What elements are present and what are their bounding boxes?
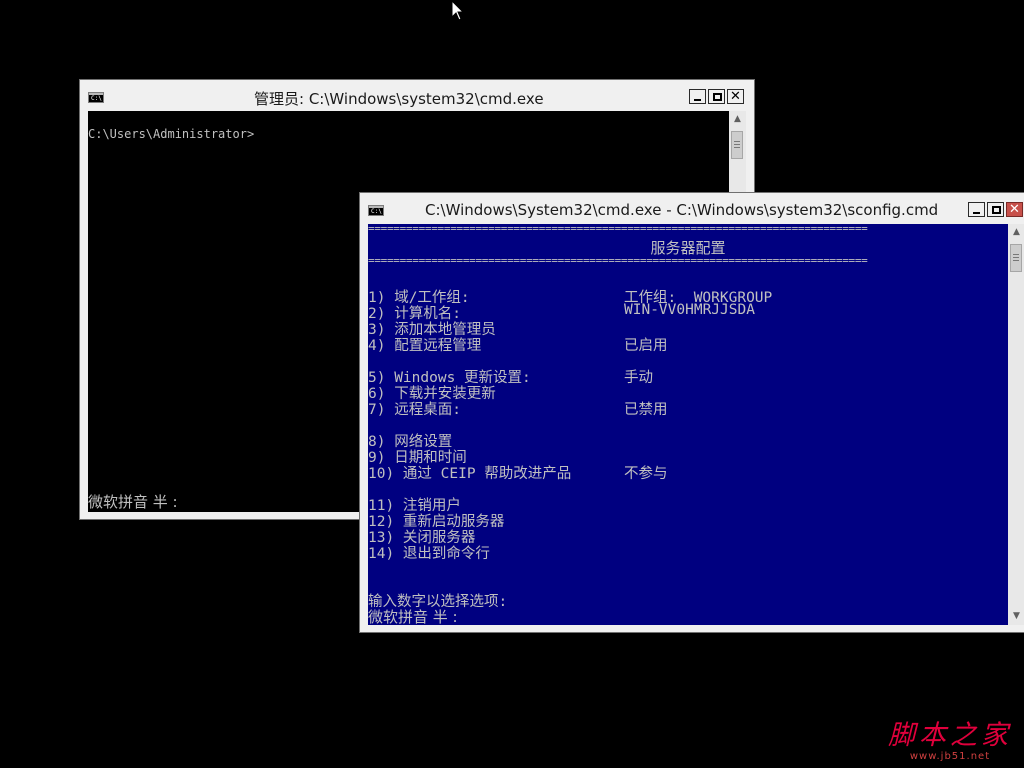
scroll-down-arrow-icon[interactable]: ▼: [1008, 608, 1024, 625]
ime-status: 微软拼音 半 :: [368, 608, 458, 625]
minimize-button[interactable]: [689, 89, 706, 104]
sconfig-window[interactable]: C:\ C:\Windows\System32\cmd.exe - C:\Win…: [359, 192, 1024, 633]
command-prompt: C:\Users\Administrator>: [88, 127, 255, 141]
sconfig-window-title: C:\Windows\System32\cmd.exe - C:\Windows…: [425, 201, 939, 219]
scroll-thumb[interactable]: [731, 131, 743, 159]
maximize-button[interactable]: [708, 89, 725, 104]
menu-item-label: 14) 退出到命令行: [368, 546, 490, 562]
menu-item-value: WIN-VV0HMRJJSDA: [624, 302, 755, 318]
site-watermark: 脚本之家 www.jb51.net: [888, 720, 1012, 763]
menu-item-value: 已启用: [624, 338, 668, 354]
menu-item-label: 4) 配置远程管理: [368, 338, 482, 354]
cmd-titlebar[interactable]: C:\ 管理员: C:\Windows\system32\cmd.exe ✕: [80, 80, 754, 111]
watermark-url: www.jb51.net: [909, 751, 991, 762]
cmd-window-title: 管理员: C:\Windows\system32\cmd.exe: [254, 90, 544, 108]
scroll-thumb[interactable]: [1010, 244, 1022, 272]
sconfig-titlebar[interactable]: C:\ C:\Windows\System32\cmd.exe - C:\Win…: [360, 193, 1024, 224]
separator-line: ========================================…: [368, 254, 868, 267]
console-icon-glyph: C:\: [91, 95, 102, 102]
sconfig-console-output[interactable]: ========================================…: [368, 224, 1008, 625]
menu-item-value: 不参与: [624, 466, 668, 482]
menu-item-value: 手动: [624, 370, 653, 386]
menu-item-label: 7) 远程桌面:: [368, 402, 461, 418]
console-icon-glyph: C:\: [371, 208, 382, 215]
close-button[interactable]: ✕: [727, 89, 744, 104]
scroll-up-arrow-icon[interactable]: ▲: [729, 111, 746, 128]
ime-status: 微软拼音 半 :: [88, 493, 178, 511]
maximize-button[interactable]: [987, 202, 1004, 217]
desktop: C:\ 管理员: C:\Windows\system32\cmd.exe ✕ C…: [0, 0, 1024, 768]
sconfig-scrollbar[interactable]: ▲ ▼: [1008, 224, 1024, 625]
mouse-pointer-icon: [451, 0, 465, 21]
close-button[interactable]: ✕: [1006, 202, 1023, 217]
menu-item-value: 已禁用: [624, 402, 668, 418]
menu-item-label: 10) 通过 CEIP 帮助改进产品: [368, 466, 572, 482]
console-app-icon[interactable]: C:\: [88, 92, 104, 103]
minimize-button[interactable]: [968, 202, 985, 217]
watermark-logo-text: 脚本之家: [888, 720, 1012, 751]
scroll-up-arrow-icon[interactable]: ▲: [1008, 224, 1024, 241]
separator-line: ========================================…: [368, 224, 868, 235]
console-app-icon[interactable]: C:\: [368, 205, 384, 216]
